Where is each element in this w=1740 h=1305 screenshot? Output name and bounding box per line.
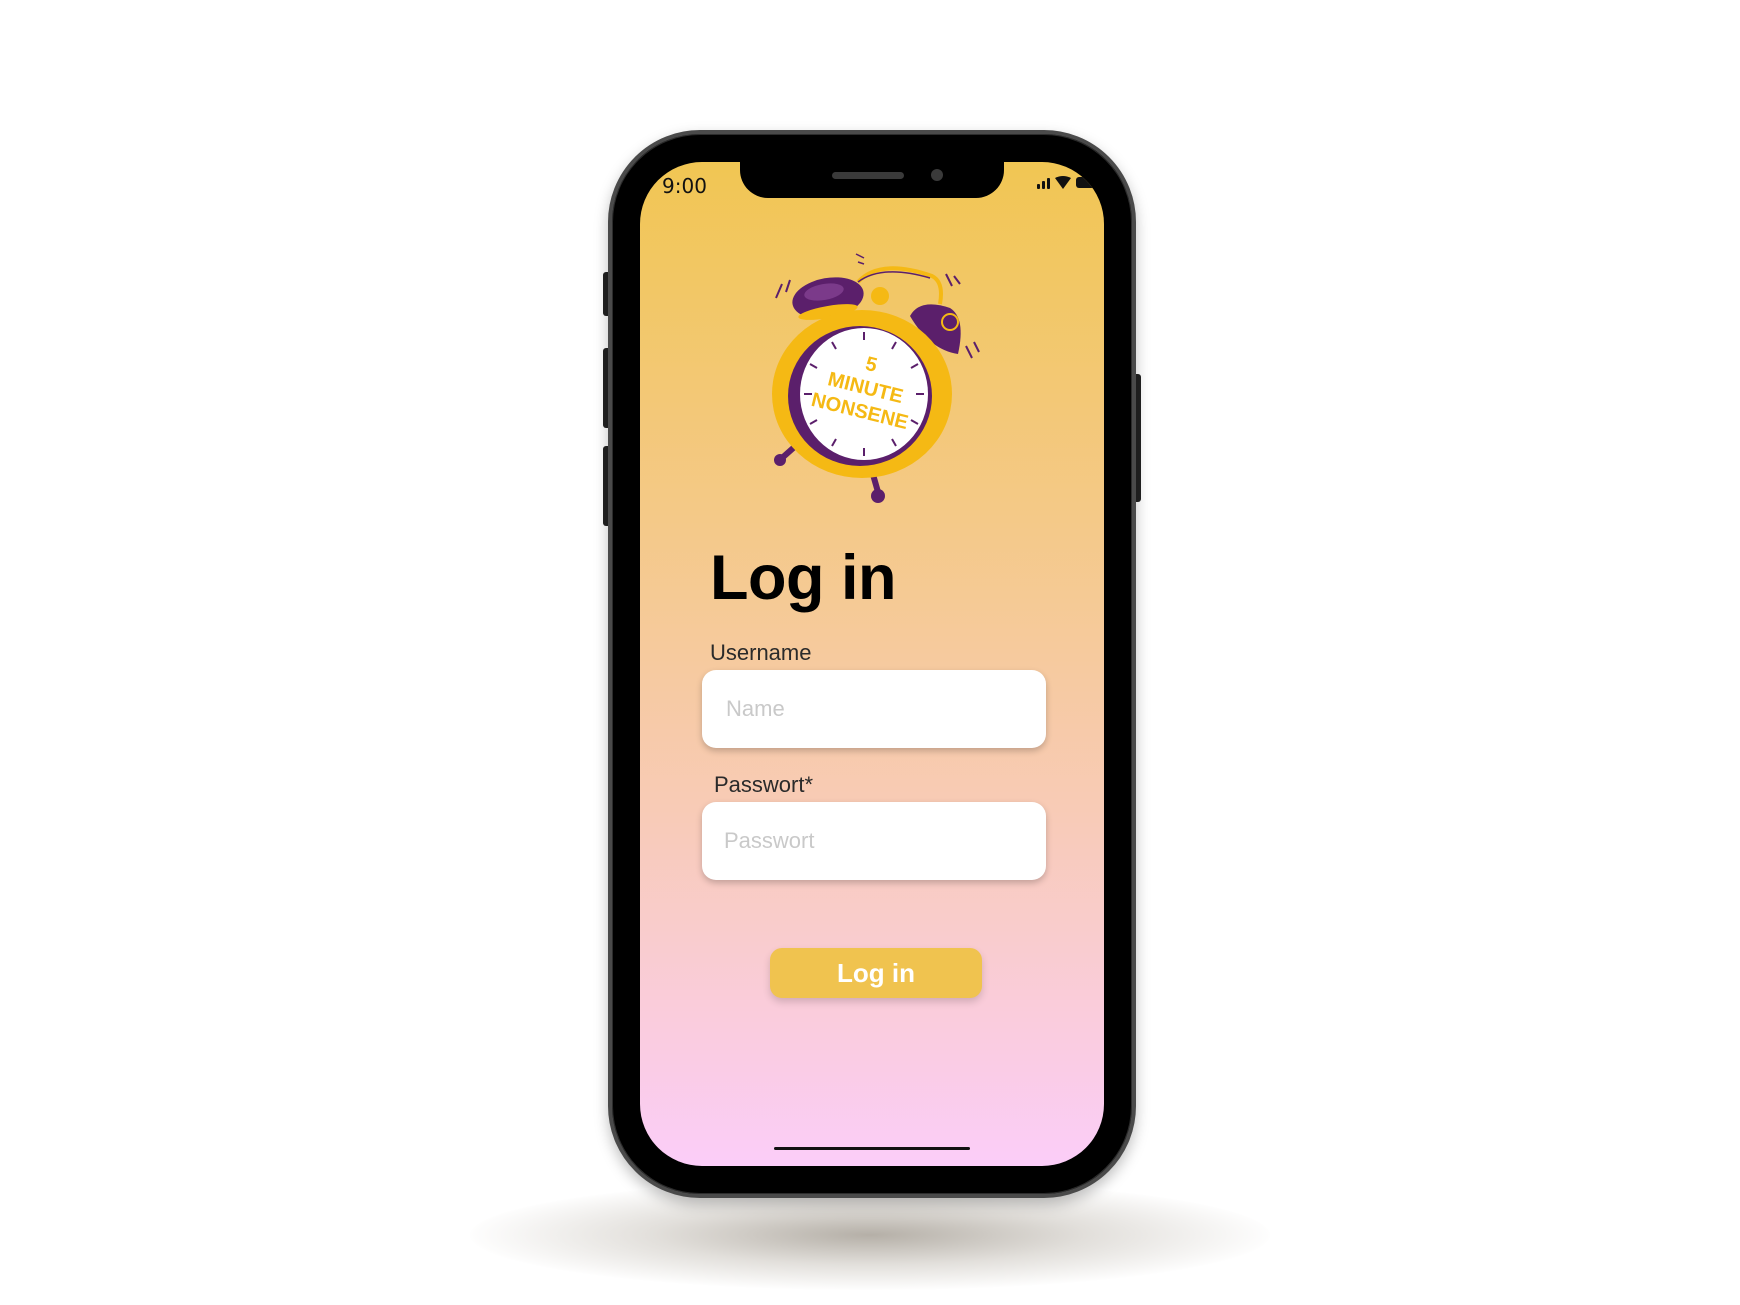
wifi-icon [1055, 176, 1071, 189]
password-input[interactable] [702, 802, 1046, 880]
battery-icon [1076, 177, 1096, 188]
mockup-stage: 9:00 5 MINUTE NONSENE Log in Username Na… [0, 0, 1740, 1305]
page-title: Log in [710, 543, 896, 613]
status-time: 9:00 [662, 174, 707, 198]
password-label: Passwort* [714, 772, 814, 797]
alarm-clock-logo: 5 MINUTE NONSENE [772, 253, 980, 503]
phone-screen: 9:00 5 MINUTE NONSENE Log in Username Na… [640, 162, 1104, 1166]
speaker-grille [832, 172, 904, 179]
login-button[interactable]: Log in [770, 948, 982, 998]
alarm-clock-icon: 5 MINUTE NONSENE [772, 253, 980, 503]
home-indicator [774, 1147, 970, 1150]
signal-icon [1037, 177, 1050, 189]
notch [740, 162, 1004, 198]
status-icons [1037, 176, 1096, 189]
username-input[interactable] [702, 670, 1046, 748]
username-label: Username [710, 640, 812, 665]
camera-icon [931, 169, 943, 181]
